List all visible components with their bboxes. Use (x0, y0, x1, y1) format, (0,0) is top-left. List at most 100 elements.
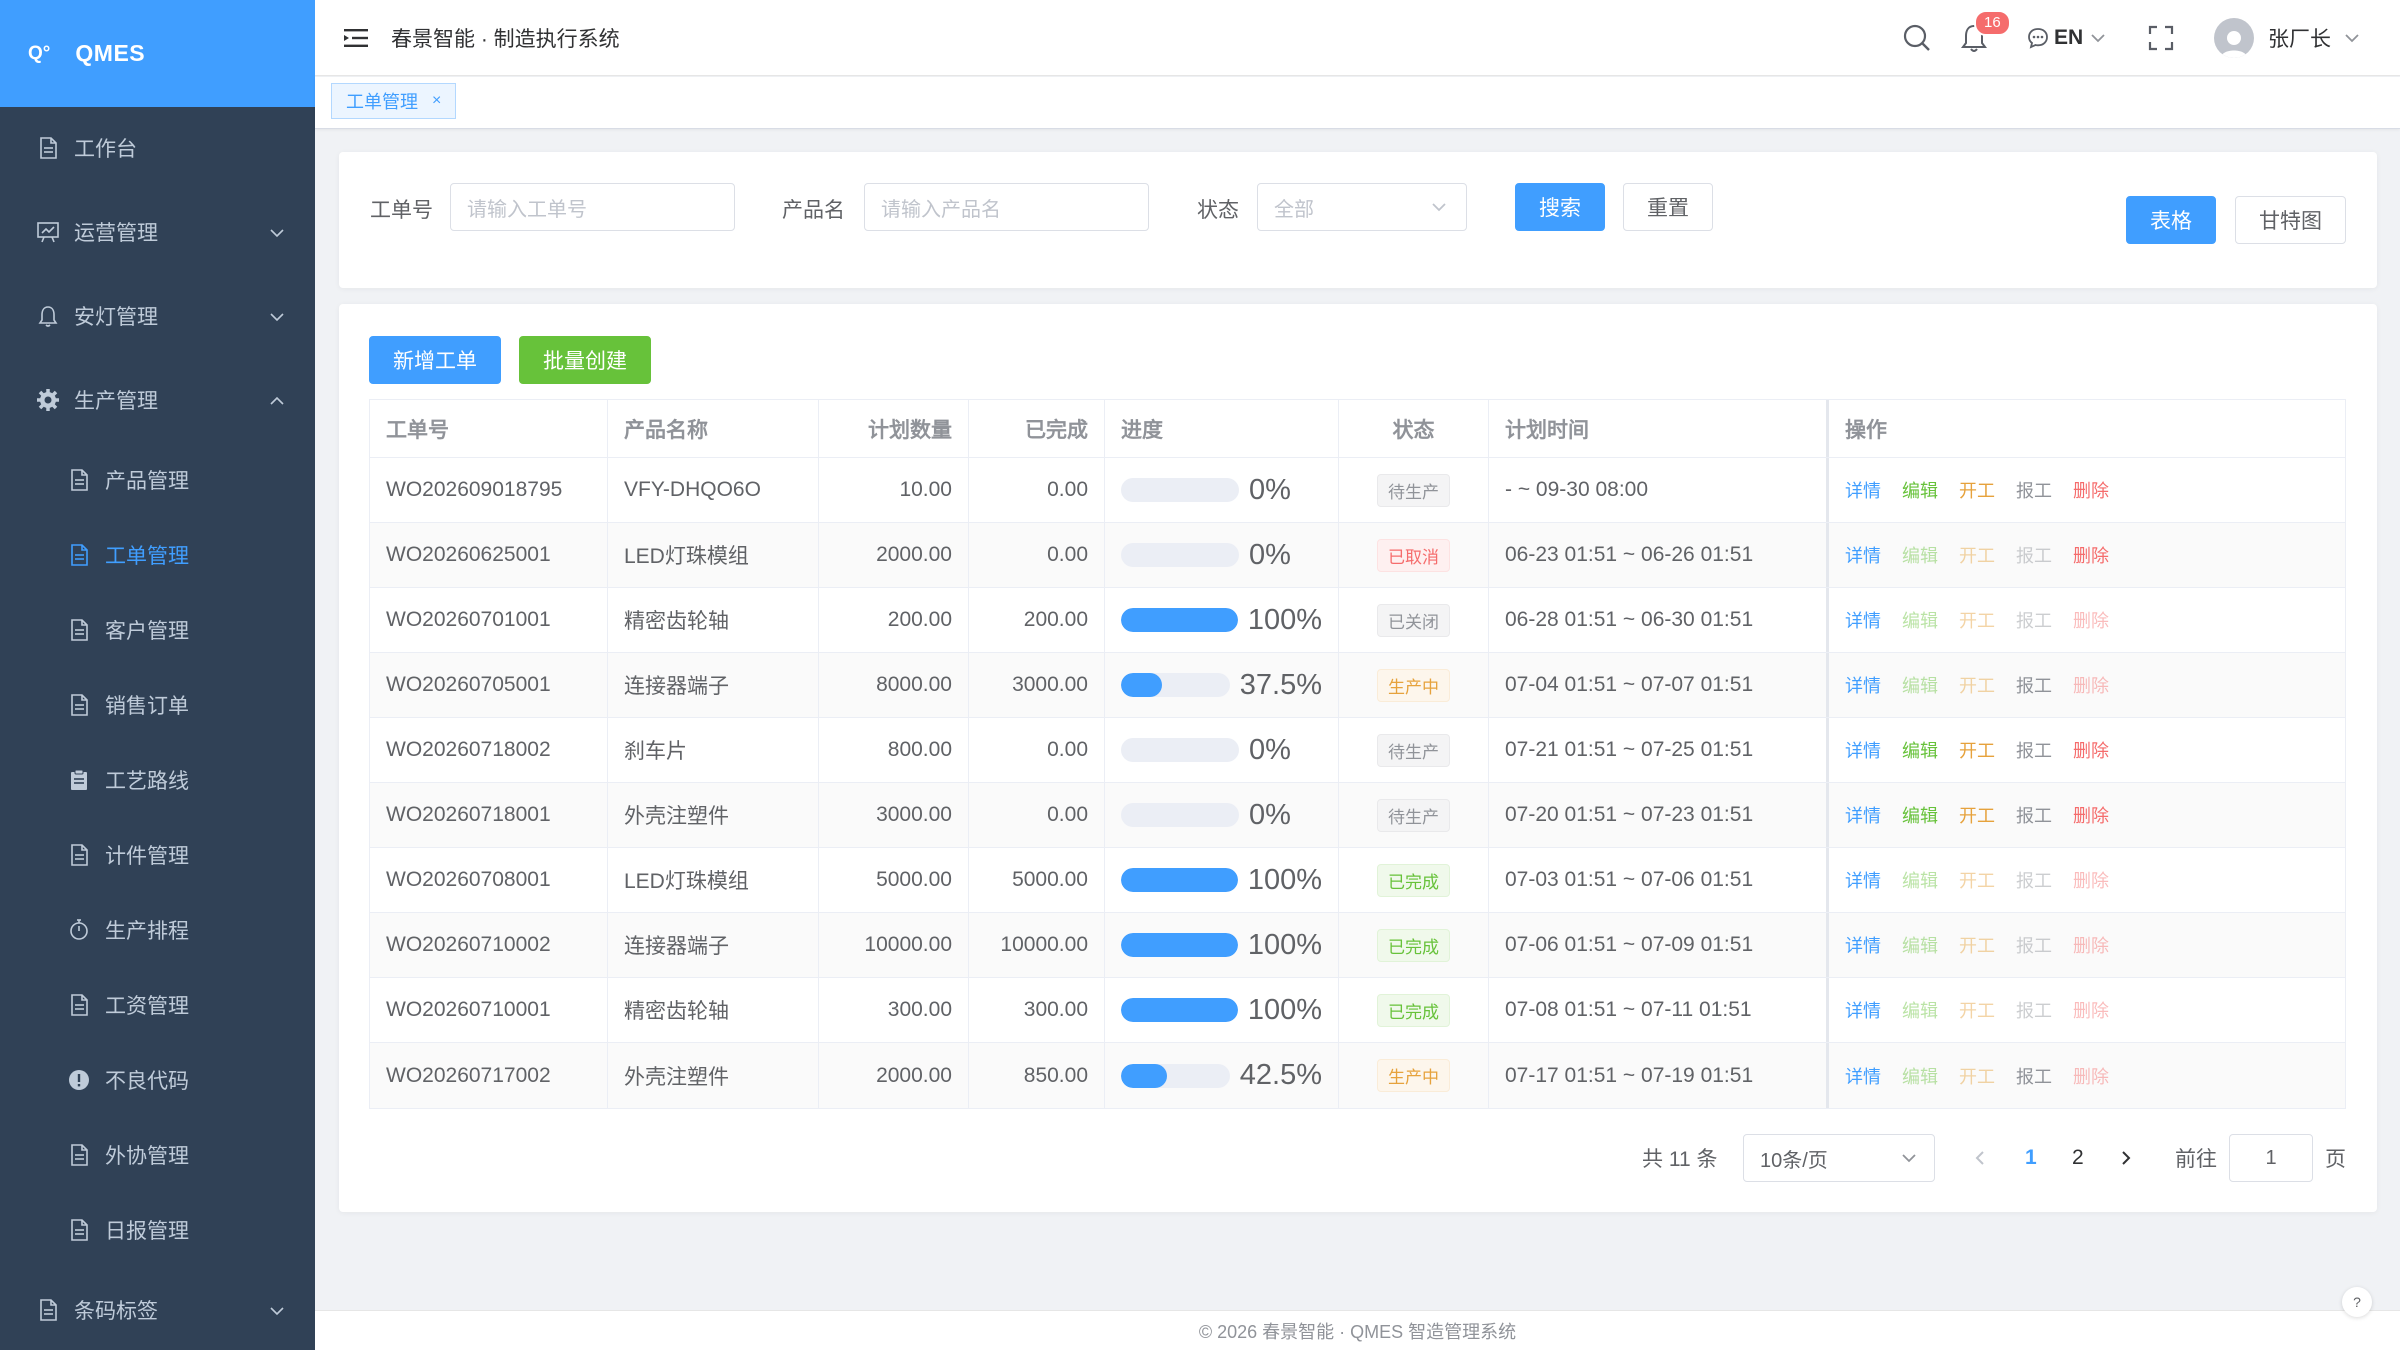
start-link[interactable]: 开工 (1959, 932, 1995, 958)
report-link[interactable]: 报工 (2016, 932, 2052, 958)
start-link[interactable]: 开工 (1959, 802, 1995, 828)
user-name: 张厂长 (2268, 28, 2331, 51)
start-link[interactable]: 开工 (1959, 737, 1995, 763)
detail-link[interactable]: 详情 (1845, 477, 1881, 503)
detail-link[interactable]: 详情 (1845, 672, 1881, 698)
delete-link[interactable]: 删除 (2073, 542, 2109, 568)
user-menu[interactable]: 张厂长 (2214, 18, 2361, 58)
product-name-input[interactable]: 请输入产品名 (864, 183, 1149, 231)
edit-link[interactable]: 编辑 (1902, 997, 1938, 1023)
delete-link[interactable]: 删除 (2073, 802, 2109, 828)
sidebar-item[interactable]: 不良代码 (0, 1050, 315, 1110)
report-link[interactable]: 报工 (2016, 1063, 2052, 1089)
delete-link[interactable]: 删除 (2073, 672, 2109, 698)
detail-link[interactable]: 详情 (1845, 932, 1881, 958)
column-header: 产品名称 (608, 400, 819, 457)
report-link[interactable]: 报工 (2016, 737, 2052, 763)
close-icon[interactable]: × (432, 92, 441, 110)
page-1[interactable]: 1 (2025, 1134, 2037, 1182)
status-cell: 生产中 (1339, 1043, 1489, 1108)
fullscreen-icon[interactable] (2147, 18, 2175, 58)
edit-link[interactable]: 编辑 (1902, 542, 1938, 568)
edit-link[interactable]: 编辑 (1902, 867, 1938, 893)
delete-link[interactable]: 删除 (2073, 607, 2109, 633)
delete-link[interactable]: 删除 (2073, 932, 2109, 958)
search-button[interactable]: 搜索 (1515, 183, 1605, 231)
detail-link[interactable]: 详情 (1845, 802, 1881, 828)
delete-link[interactable]: 删除 (2073, 867, 2109, 893)
tab-work-order[interactable]: 工单管理 × (331, 83, 457, 119)
edit-link[interactable]: 编辑 (1902, 932, 1938, 958)
sidebar-item[interactable]: 客户管理 (0, 600, 315, 660)
progress-bar (1121, 738, 1239, 762)
detail-link[interactable]: 详情 (1845, 607, 1881, 633)
report-link[interactable]: 报工 (2016, 997, 2052, 1023)
delete-link[interactable]: 删除 (2073, 997, 2109, 1023)
report-link[interactable]: 报工 (2016, 542, 2052, 568)
order-no-input[interactable]: 请输入工单号 (450, 183, 735, 231)
sidebar-item[interactable]: 产品管理 (0, 450, 315, 510)
start-link[interactable]: 开工 (1959, 672, 1995, 698)
next-page-icon[interactable] (2119, 1134, 2133, 1182)
detail-link[interactable]: 详情 (1845, 1063, 1881, 1089)
start-link[interactable]: 开工 (1959, 997, 1995, 1023)
edit-link[interactable]: 编辑 (1902, 1063, 1938, 1089)
planned-qty: 3000.00 (819, 783, 969, 847)
edit-link[interactable]: 编辑 (1902, 672, 1938, 698)
start-link[interactable]: 开工 (1959, 607, 1995, 633)
sidebar-item[interactable]: 工作台 (0, 118, 315, 178)
progress-bar (1121, 1063, 1230, 1088)
edit-link[interactable]: 编辑 (1902, 802, 1938, 828)
chevron-down-icon (269, 220, 285, 244)
sidebar-item[interactable]: 安灯管理 (0, 286, 315, 346)
notification-bell-icon[interactable]: 16 (1960, 10, 2011, 58)
start-link[interactable]: 开工 (1959, 542, 1995, 568)
sidebar-item[interactable]: 销售订单 (0, 675, 315, 735)
delete-link[interactable]: 删除 (2073, 737, 2109, 763)
edit-link[interactable]: 编辑 (1902, 737, 1938, 763)
view-gantt-button[interactable]: 甘特图 (2235, 196, 2346, 244)
sidebar-item[interactable]: 生产排程 (0, 900, 315, 960)
detail-link[interactable]: 详情 (1845, 542, 1881, 568)
page-size-select[interactable]: 10条/页 (1743, 1134, 1935, 1182)
chevron-down-icon (269, 1298, 285, 1322)
report-link[interactable]: 报工 (2016, 802, 2052, 828)
search-icon[interactable] (1902, 18, 1932, 58)
sidebar-item[interactable]: 工资管理 (0, 975, 315, 1035)
sidebar-item[interactable]: 工单管理 (0, 525, 315, 585)
app-logo[interactable]: Q° QMES (0, 0, 315, 107)
reset-button[interactable]: 重置 (1623, 183, 1713, 231)
edit-link[interactable]: 编辑 (1902, 477, 1938, 503)
add-work-order-button[interactable]: 新增工单 (369, 336, 501, 384)
sidebar-item[interactable]: 外协管理 (0, 1125, 315, 1185)
delete-link[interactable]: 删除 (2073, 477, 2109, 503)
report-link[interactable]: 报工 (2016, 867, 2052, 893)
sidebar-item[interactable]: 条码标签 (0, 1280, 315, 1340)
sidebar-item[interactable]: 生产管理 (0, 370, 315, 430)
start-link[interactable]: 开工 (1959, 867, 1995, 893)
delete-link[interactable]: 删除 (2073, 1063, 2109, 1089)
report-link[interactable]: 报工 (2016, 672, 2052, 698)
goto-page-input[interactable]: 1 (2229, 1134, 2313, 1182)
sidebar-item[interactable]: 日报管理 (0, 1200, 315, 1260)
user-avatar (2214, 18, 2254, 58)
detail-link[interactable]: 详情 (1845, 997, 1881, 1023)
sidebar-item[interactable]: 运营管理 (0, 202, 315, 262)
report-link[interactable]: 报工 (2016, 477, 2052, 503)
hamburger-menu-icon[interactable] (341, 23, 371, 53)
view-table-button[interactable]: 表格 (2126, 196, 2216, 244)
start-link[interactable]: 开工 (1959, 477, 1995, 503)
start-link[interactable]: 开工 (1959, 1063, 1995, 1089)
report-link[interactable]: 报工 (2016, 607, 2052, 633)
language-switcher[interactable]: EN (2026, 18, 2107, 58)
sidebar-item[interactable]: 工艺路线 (0, 750, 315, 810)
prev-page-icon[interactable] (1973, 1134, 1987, 1182)
edit-link[interactable]: 编辑 (1902, 607, 1938, 633)
status-select[interactable]: 全部 (1257, 183, 1467, 231)
page-2[interactable]: 2 (2072, 1134, 2084, 1182)
batch-create-button[interactable]: 批量创建 (519, 336, 651, 384)
sidebar-item[interactable]: 计件管理 (0, 825, 315, 885)
detail-link[interactable]: 详情 (1845, 737, 1881, 763)
detail-link[interactable]: 详情 (1845, 867, 1881, 893)
help-icon[interactable]: ? (2342, 1287, 2372, 1317)
